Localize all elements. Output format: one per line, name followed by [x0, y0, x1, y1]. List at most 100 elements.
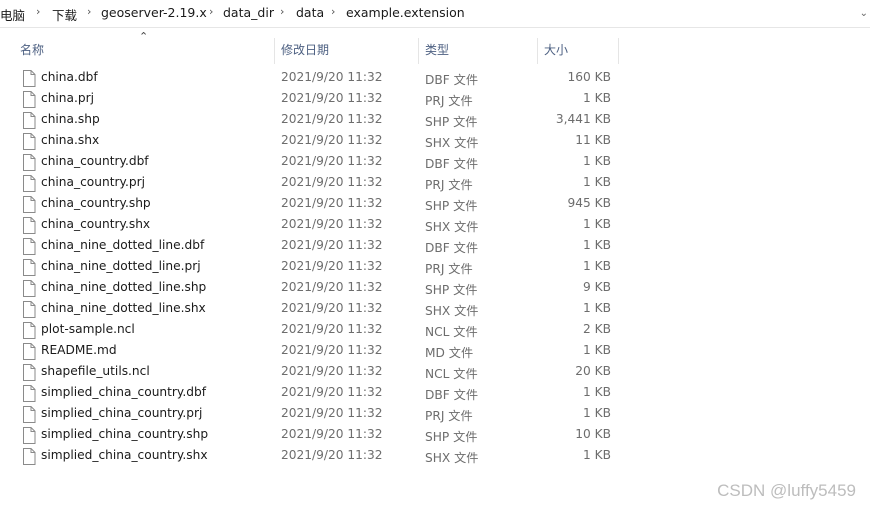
file-row[interactable]: china_nine_dotted_line.dbf 2021/9/20 11:3… [0, 236, 870, 257]
file-name: simplied_china_country.shx [41, 448, 208, 462]
file-date: 2021/9/20 11:32 [281, 112, 383, 126]
file-icon [22, 175, 36, 192]
file-row[interactable]: simplied_china_country.prj 2021/9/20 11:3… [0, 404, 870, 425]
file-name: china.shp [41, 112, 100, 126]
file-size: 1 KB [583, 217, 611, 231]
file-icon [22, 259, 36, 276]
file-name: simplied_china_country.dbf [41, 385, 207, 399]
file-icon [22, 406, 36, 423]
breadcrumb-item-downloads[interactable]: 下载 [52, 5, 77, 24]
file-icon [22, 154, 36, 171]
file-type: PRJ 文件 [425, 262, 473, 276]
file-row[interactable]: shapefile_utils.ncl 2021/9/20 11:32 NCL 文件… [0, 362, 870, 383]
file-date: 2021/9/20 11:32 [281, 133, 383, 147]
file-row[interactable]: simplied_china_country.shx 2021/9/20 11:3… [0, 446, 870, 467]
file-icon [22, 133, 36, 150]
breadcrumb-item-computer[interactable]: 电脑 [0, 5, 25, 24]
file-row[interactable]: china.dbf 2021/9/20 11:32 DBF 文件 160 KB [0, 68, 870, 89]
file-row[interactable]: china.shp 2021/9/20 11:32 SHP 文件 3,441 KB [0, 110, 870, 131]
file-name: plot-sample.ncl [41, 322, 135, 336]
file-name: china_country.dbf [41, 154, 149, 168]
file-size: 1 KB [583, 385, 611, 399]
file-type: DBF 文件 [425, 241, 479, 255]
file-date: 2021/9/20 11:32 [281, 91, 383, 105]
file-size: 1 KB [583, 448, 611, 462]
file-row[interactable]: china.shx 2021/9/20 11:32 SHX 文件 11 KB [0, 131, 870, 152]
file-size: 1 KB [583, 238, 611, 252]
file-type: SHP 文件 [425, 199, 478, 213]
file-size: 9 KB [583, 280, 611, 294]
chevron-right-icon[interactable]: › [87, 5, 91, 18]
file-size: 1 KB [583, 406, 611, 420]
file-row[interactable]: plot-sample.ncl 2021/9/20 11:32 NCL 文件 2 KB [0, 320, 870, 341]
watermark: CSDN @luffy5459 [717, 481, 856, 500]
file-type: PRJ 文件 [425, 94, 473, 108]
breadcrumb-item-example-extension[interactable]: example.extension [346, 5, 465, 20]
file-date: 2021/9/20 11:32 [281, 385, 383, 399]
file-row[interactable]: china_country.prj 2021/9/20 11:32 PRJ 文件 1 … [0, 173, 870, 194]
chevron-right-icon[interactable]: › [209, 5, 213, 18]
column-header-date-label: 修改日期 [281, 43, 330, 57]
column-header-date[interactable]: 修改日期 [275, 38, 418, 64]
file-icon [22, 217, 36, 234]
file-size: 160 KB [567, 70, 612, 84]
file-date: 2021/9/20 11:32 [281, 259, 383, 273]
file-icon [22, 364, 36, 381]
file-row[interactable]: simplied_china_country.shp 2021/9/20 11:3… [0, 425, 870, 446]
chevron-right-icon[interactable]: › [280, 5, 284, 18]
file-type: SHX 文件 [425, 220, 479, 234]
file-size: 11 KB [575, 133, 611, 147]
file-type: SHX 文件 [425, 136, 479, 150]
file-name: shapefile_utils.ncl [41, 364, 150, 378]
file-date: 2021/9/20 11:32 [281, 427, 383, 441]
column-header-size[interactable]: 大小 [538, 38, 618, 64]
file-size: 1 KB [583, 301, 611, 315]
file-name: simplied_china_country.prj [41, 406, 203, 420]
file-row[interactable]: china_nine_dotted_line.prj 2021/9/20 11:3… [0, 257, 870, 278]
breadcrumb-item-geoserver[interactable]: geoserver-2.19.x [101, 5, 207, 20]
file-date: 2021/9/20 11:32 [281, 406, 383, 420]
file-row[interactable]: china_nine_dotted_line.shp 2021/9/20 11:3… [0, 278, 870, 299]
breadcrumb-item-data[interactable]: data [296, 5, 324, 20]
file-row[interactable]: china_nine_dotted_line.shx 2021/9/20 11:3… [0, 299, 870, 320]
file-date: 2021/9/20 11:32 [281, 343, 383, 357]
chevron-down-icon[interactable]: ⌄ [860, 8, 868, 19]
file-row[interactable]: simplied_china_country.dbf 2021/9/20 11:3… [0, 383, 870, 404]
file-type: NCL 文件 [425, 367, 478, 381]
file-type: DBF 文件 [425, 388, 479, 402]
file-size: 2 KB [583, 322, 611, 336]
file-row[interactable]: china_country.shx 2021/9/20 11:32 SHX 文件 1 … [0, 215, 870, 236]
file-size: 1 KB [583, 175, 611, 189]
file-icon [22, 343, 36, 360]
file-date: 2021/9/20 11:32 [281, 217, 383, 231]
file-size: 3,441 KB [555, 112, 611, 126]
file-type: SHP 文件 [425, 430, 478, 444]
file-row[interactable]: china_country.dbf 2021/9/20 11:32 DBF 文件 1 … [0, 152, 870, 173]
file-icon [22, 238, 36, 255]
file-date: 2021/9/20 11:32 [281, 238, 383, 252]
file-list: china.dbf 2021/9/20 11:32 DBF 文件 160 KB chin… [0, 68, 870, 467]
breadcrumb-item-data-dir[interactable]: data_dir [223, 5, 274, 20]
file-name: china_nine_dotted_line.shp [41, 280, 207, 294]
column-divider[interactable] [618, 38, 619, 64]
file-date: 2021/9/20 11:32 [281, 322, 383, 336]
chevron-right-icon[interactable]: › [331, 5, 335, 18]
file-type: SHX 文件 [425, 304, 479, 318]
file-row[interactable]: china_country.shp 2021/9/20 11:32 SHP 文件 94… [0, 194, 870, 215]
file-name: china_country.shp [41, 196, 151, 210]
file-icon [22, 448, 36, 465]
file-date: 2021/9/20 11:32 [281, 70, 383, 84]
file-icon [22, 70, 36, 87]
file-date: 2021/9/20 11:32 [281, 196, 383, 210]
file-type: PRJ 文件 [425, 409, 473, 423]
file-icon [22, 301, 36, 318]
file-icon [22, 322, 36, 339]
chevron-right-icon[interactable]: › [36, 5, 40, 18]
file-row[interactable]: README.md 2021/9/20 11:32 MD 文件 1 KB [0, 341, 870, 362]
file-name: china.dbf [41, 70, 98, 84]
file-date: 2021/9/20 11:32 [281, 364, 383, 378]
file-name: README.md [41, 343, 117, 357]
file-row[interactable]: china.prj 2021/9/20 11:32 PRJ 文件 1 KB [0, 89, 870, 110]
column-header-name[interactable]: 名称 [18, 38, 274, 64]
column-header-type[interactable]: 类型 [419, 38, 537, 64]
